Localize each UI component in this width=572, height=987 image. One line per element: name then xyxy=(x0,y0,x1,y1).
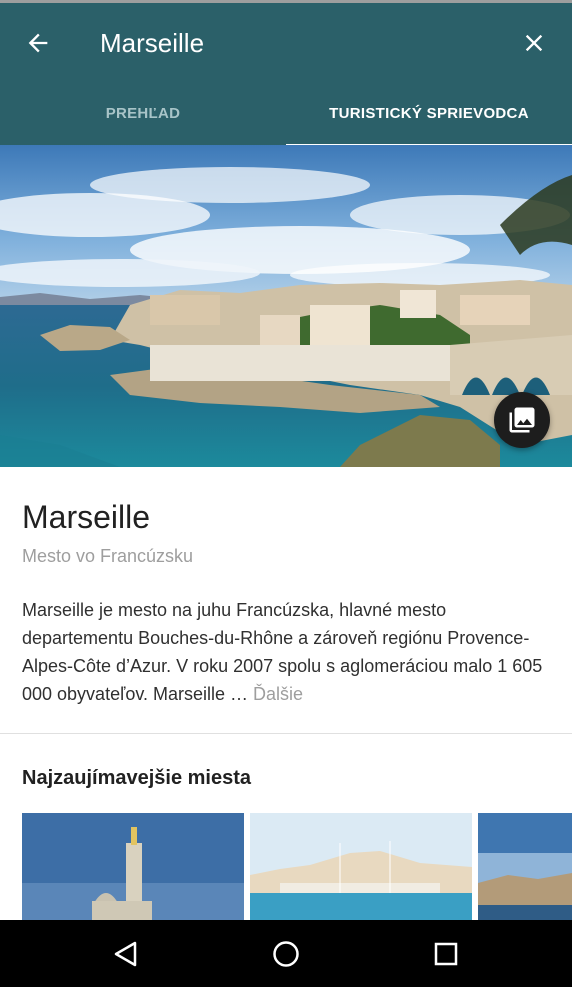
marseille-coast-image xyxy=(0,145,572,467)
arrow-back-icon xyxy=(28,33,48,53)
hero-photo[interactable] xyxy=(0,145,572,467)
photo-library-icon xyxy=(509,407,535,433)
top-sights-heading: Najzaujímavejšie miesta xyxy=(22,767,252,789)
tab-overview[interactable]: PREHĽAD xyxy=(0,87,286,145)
place-subtitle: Mesto vo Francúzsku xyxy=(22,546,194,566)
close-button[interactable] xyxy=(514,23,554,63)
home-circle-icon xyxy=(273,941,299,967)
nav-recents-button[interactable] xyxy=(422,930,470,978)
tab-travel-guide[interactable]: TURISTICKÝ SPRIEVODCA xyxy=(286,87,572,147)
basilica-thumbnail xyxy=(22,813,244,921)
more-link[interactable]: Ďalšie xyxy=(253,684,303,704)
back-triangle-icon xyxy=(114,941,137,967)
tab-bar: PREHĽAD TURISTICKÝ SPRIEVODCA xyxy=(0,87,572,147)
search-title[interactable]: Marseille xyxy=(100,25,204,61)
place-description: Marseille je mesto na juhu Francúzska, h… xyxy=(22,596,562,708)
photo-gallery-button[interactable] xyxy=(494,392,550,448)
place-name: Marseille xyxy=(22,499,151,535)
close-icon xyxy=(525,34,543,52)
nav-back-button[interactable] xyxy=(102,930,150,978)
sight-card[interactable] xyxy=(478,813,572,921)
recents-square-icon xyxy=(434,942,458,966)
top-sights-carousel xyxy=(22,813,572,921)
sight-card[interactable] xyxy=(250,813,472,921)
app-bar: Marseille PREHĽAD TURISTICKÝ SPRIEVODCA xyxy=(0,3,572,147)
back-button[interactable] xyxy=(18,23,58,63)
island-thumbnail xyxy=(478,813,572,921)
section-divider xyxy=(0,733,572,734)
old-port-thumbnail xyxy=(250,813,472,921)
system-navigation-bar xyxy=(0,920,572,987)
nav-home-button[interactable] xyxy=(262,930,310,978)
sight-card[interactable] xyxy=(22,813,244,921)
